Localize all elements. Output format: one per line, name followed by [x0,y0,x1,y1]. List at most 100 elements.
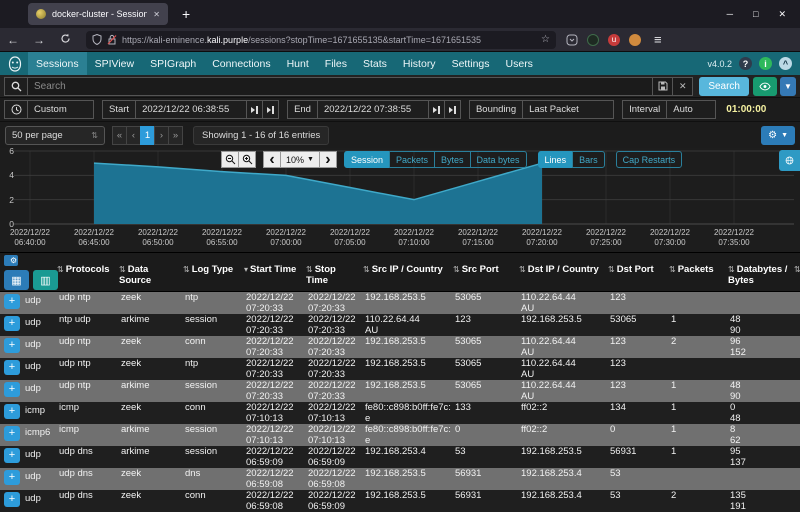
column-header-databytes-bytes[interactable]: ⇅ Databytes / Bytes [726,253,792,291]
search-input[interactable] [28,76,654,96]
nav-item-hunt[interactable]: Hunt [279,52,317,75]
zoom-in-button[interactable] [238,151,256,168]
search-button[interactable]: Search [699,76,749,96]
nav-item-sessions[interactable]: Sessions [28,52,87,75]
expand-session-button[interactable]: + [4,360,20,375]
extension-icon-2[interactable]: u [608,33,620,46]
nav-item-users[interactable]: Users [498,52,541,75]
search-options-caret-button[interactable]: ▼ [780,76,796,96]
start-time-step-forward-button[interactable] [263,100,280,119]
expand-session-button[interactable]: + [4,426,20,441]
table-row[interactable]: + udp udp ntp zeek ntp 2022/12/22 07:20:33 2022… [0,292,800,314]
map-globe-button[interactable] [779,150,800,171]
first-page-button[interactable]: « [112,125,127,145]
table-options-gear-button[interactable]: ⚙ ▼ [761,125,795,145]
column-header-packets[interactable]: ⇅ Packets [667,253,726,291]
bounding-select[interactable]: Last Packet [522,100,615,119]
column-header-start-time[interactable]: ▾ Start Time [242,253,304,291]
start-time-step-back-button[interactable] [247,100,264,119]
table-row[interactable]: + udp udp dns zeek conn 2022/12/22 06:59:08 202… [0,490,800,512]
end-time-input[interactable] [316,100,429,119]
table-row[interactable]: + icmp6 icmp arkime session 2022/12/22 07:10:1… [0,424,800,446]
extension-icon-1[interactable] [587,33,599,46]
sort-icon[interactable]: ⇅ [608,265,615,274]
metric-bytes-toggle[interactable]: Bytes [434,151,471,168]
expand-session-button[interactable]: + [4,316,20,331]
zoom-percent-select[interactable]: 10% ▼ [280,151,320,168]
forward-button[interactable]: → [26,33,52,47]
style-bars-toggle[interactable]: Bars [572,151,605,168]
table-row[interactable]: + udp udp ntp zeek ntp 2022/12/22 07:20:33 2022… [0,358,800,380]
end-time-step-forward-button[interactable] [444,100,461,119]
nav-item-settings[interactable]: Settings [444,52,498,75]
search-expression-button[interactable] [4,76,28,96]
nav-item-stats[interactable]: Stats [355,52,395,75]
browser-tab[interactable]: docker-cluster - Sessions ✕ [28,3,168,25]
nav-item-connections[interactable]: Connections [204,52,278,75]
nav-item-files[interactable]: Files [317,52,355,75]
sort-icon[interactable]: ⇅ [306,265,313,274]
views-eye-button[interactable] [753,76,777,96]
close-tab-icon[interactable]: ✕ [153,10,160,19]
table-row[interactable]: + udp udp dns zeek dns 2022/12/22 06:59:08 2022… [0,468,800,490]
metric-packets-toggle[interactable]: Packets [388,151,435,168]
sort-icon[interactable]: ⇅ [57,265,64,274]
nav-item-spiview[interactable]: SPIView [87,52,143,75]
expand-session-button[interactable]: + [4,404,20,419]
time-range-select[interactable]: Custom [28,100,94,119]
help-icon[interactable]: ? [739,57,752,70]
reload-button[interactable] [52,33,78,47]
window-minimize-button[interactable]: ─ [727,9,733,20]
style-lines-toggle[interactable]: Lines [537,151,574,168]
zoom-out-button[interactable] [221,151,239,168]
column-header-stop-time[interactable]: ⇅ Stop Time [304,253,361,291]
table-settings-button[interactable]: ⚙ [4,255,18,266]
per-page-select[interactable]: 50 per page ⇅ [5,125,105,145]
toggle-columns-button[interactable]: ▥ [33,270,58,290]
nav-item-spigraph[interactable]: SPIGraph [142,52,204,75]
sort-icon[interactable]: ⇅ [728,265,735,274]
save-search-button[interactable] [653,76,674,96]
window-maximize-button[interactable]: □ [753,9,758,20]
toggle-grid-button[interactable]: ▦ [4,270,29,290]
sort-icon[interactable]: ⇅ [183,265,190,274]
pocket-extension-icon[interactable] [566,34,578,46]
shield-icon[interactable] [92,34,102,45]
column-header-protocols[interactable]: ⇅ Protocols [55,253,117,291]
collapse-up-icon[interactable]: ^ [779,57,792,70]
extension-icon-3[interactable] [629,33,641,46]
end-time-step-back-button[interactable] [428,100,445,119]
info-icon[interactable]: i [759,57,772,70]
bookmark-star-icon[interactable]: ☆ [541,34,550,45]
table-row[interactable]: + udp udp dns arkime session 2022/12/22 06:59:… [0,446,800,468]
metric-data-bytes-toggle[interactable]: Data bytes [469,151,527,168]
insecure-lock-icon[interactable] [107,34,117,45]
column-header-dst-port[interactable]: ⇅ Dst Port [606,253,667,291]
next-page-button[interactable]: › [154,125,169,145]
expand-session-button[interactable]: + [4,470,20,485]
table-row[interactable]: + icmp icmp zeek conn 2022/12/22 07:10:13 2022/… [0,402,800,424]
sort-icon[interactable]: ⇅ [119,265,126,274]
arkime-logo-icon[interactable] [6,55,24,73]
expand-session-button[interactable]: + [4,492,20,507]
sort-icon[interactable]: ⇅ [363,265,370,274]
time-range-button[interactable] [4,100,28,119]
new-tab-button[interactable]: + [182,6,190,22]
menu-icon[interactable]: ≡ [654,32,662,47]
last-page-button[interactable]: » [168,125,183,145]
table-row[interactable]: + udp udp ntp zeek conn 2022/12/22 07:20:33 202… [0,336,800,358]
sort-icon[interactable]: ⇅ [519,265,526,274]
sort-icon[interactable]: ⇅ [669,265,676,274]
column-header-src-port[interactable]: ⇅ Src Port [451,253,517,291]
clear-search-button[interactable]: ✕ [673,76,694,96]
interval-select[interactable]: Auto [666,100,717,119]
column-header-src-ip-country[interactable]: ⇅ Src IP / Country [361,253,451,291]
column-header-log-type[interactable]: ⇅ Log Type [181,253,242,291]
expand-session-button[interactable]: + [4,294,20,309]
url-bar[interactable]: https://kali-eminence.kali.purple/sessio… [86,30,556,49]
current-page-button[interactable]: 1 [140,125,155,145]
table-row[interactable]: + udp udp ntp arkime session 2022/12/22 07:20:… [0,380,800,402]
expand-session-button[interactable]: + [4,448,20,463]
expand-session-button[interactable]: + [4,338,20,353]
sort-icon[interactable]: ⇅ [453,265,460,274]
